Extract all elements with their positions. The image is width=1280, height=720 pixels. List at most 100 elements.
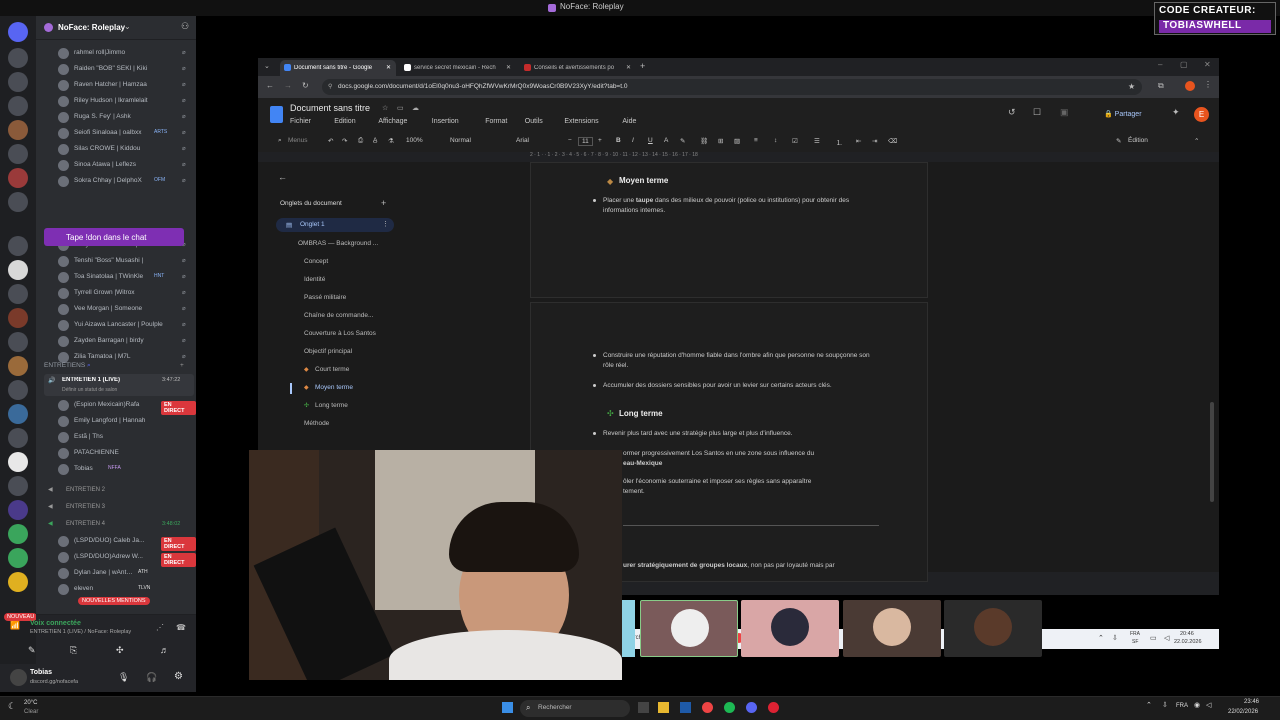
member-row[interactable]: Raiden "BOB" SEKI | Kiki ⌀ (46, 62, 196, 77)
volume-icon[interactable]: ◁ (1206, 701, 1211, 709)
menu-item[interactable]: Fichier (290, 118, 311, 125)
member-row[interactable]: Yui Aizawa Lancaster | Poulple ⌀ (46, 318, 196, 333)
more-icon[interactable]: ⋮ (382, 220, 389, 228)
call-participant-tile[interactable] (843, 600, 941, 657)
ruler[interactable]: 2 · 1 · · 1 · 2 · 3 · 4 · 5 · 6 · 7 · 8 … (530, 152, 930, 162)
voice-channel-entretien-4[interactable]: ◀ ENTRETIEN 4 3:48:02 (44, 518, 194, 531)
menu-item[interactable]: Affichage (378, 118, 407, 125)
clock-time[interactable]: 20:46 (1180, 631, 1194, 637)
font-size-input[interactable]: 11 (578, 137, 593, 146)
numbered-list-icon[interactable]: ⒈ (836, 137, 843, 147)
new-tab-icon[interactable]: + (640, 61, 645, 71)
new-mentions-badge[interactable]: NOUVELLES MENTIONS (78, 597, 150, 605)
avatar[interactable] (10, 669, 27, 686)
server-icon[interactable] (8, 144, 28, 164)
menu-item[interactable]: Extensions (564, 118, 598, 125)
search-icon[interactable]: ⌕ (278, 137, 282, 145)
menu-item[interactable]: Outils (525, 118, 543, 125)
clock-time[interactable]: 23:46 (1244, 699, 1259, 705)
weather-icon[interactable]: ☾ (8, 701, 16, 712)
server-icon[interactable] (8, 168, 28, 188)
outline-item[interactable]: Concept (304, 257, 414, 269)
category-entretiens[interactable]: ENTRETIENS ⌕ + (44, 362, 184, 370)
document-title[interactable]: Document sans titre (290, 103, 370, 113)
server-icon[interactable] (8, 48, 28, 68)
star-icon[interactable]: ☆ (382, 104, 388, 112)
tab-list-icon[interactable]: ⌄ (264, 62, 270, 70)
outline-item[interactable]: Objectif principal (304, 347, 414, 359)
font-select[interactable]: Arial (516, 137, 529, 144)
outline-item[interactable]: Identité (304, 275, 414, 287)
star-icon[interactable]: ★ (1128, 82, 1135, 91)
voice-member-row[interactable]: eleven TLVN (46, 582, 196, 597)
call-participant-tile[interactable] (640, 600, 738, 657)
volume-icon[interactable]: ◁ (1164, 634, 1169, 642)
add-channel-icon[interactable]: + (180, 362, 184, 369)
member-row[interactable]: Ruga S. Fey' | Ashk ⌀ (46, 110, 196, 125)
close-icon[interactable]: ✕ (1204, 60, 1211, 69)
add-tab-icon[interactable]: + (381, 198, 386, 208)
chrome-icon[interactable] (702, 702, 713, 713)
chevron-up-icon[interactable]: ⌃ (1194, 137, 1199, 145)
member-row[interactable]: Seiofi Sinaloaa | oalbxx ARTS ⌀ (46, 126, 196, 141)
site-info-icon[interactable]: ⚲ (328, 83, 332, 90)
chevron-up-icon[interactable]: ⌃ (1146, 701, 1152, 709)
browser-tab[interactable]: Document sans titre - Google ✕ (280, 60, 396, 76)
heading-moyen-terme[interactable]: Moyen terme (619, 176, 668, 185)
language-indicator[interactable]: FRA (1176, 703, 1188, 709)
noise-suppression-icon[interactable]: ⋰ (156, 623, 164, 632)
align-icon[interactable]: ≡ (754, 137, 758, 144)
server-icon[interactable] (8, 476, 28, 496)
image-icon[interactable]: ▨ (734, 137, 740, 145)
checklist-icon[interactable]: ☑ (792, 137, 798, 145)
decrease-size-icon[interactable]: − (568, 137, 572, 144)
profile-avatar[interactable] (1185, 81, 1195, 91)
redo-icon[interactable]: ↷ (342, 137, 347, 145)
close-tab-icon[interactable]: ✕ (386, 64, 391, 71)
server-icon[interactable] (8, 380, 28, 400)
bullet-item[interactable]: Placer une taupe dans des milieux de pou… (593, 196, 873, 215)
bullet-text[interactable]: ormer progressivement Los Santos en une … (623, 449, 883, 468)
scrollbar[interactable] (1210, 402, 1214, 502)
increase-size-icon[interactable]: + (598, 137, 602, 144)
browser-tab[interactable]: Conseils et avertissements po ✕ (520, 60, 636, 76)
bullet-item[interactable]: Revenir plus tard avec une stratégie plu… (593, 429, 873, 439)
camera-icon[interactable]: ✎ (28, 645, 36, 656)
task-view-icon[interactable] (638, 702, 649, 713)
outline-item[interactable]: ✣ Long terme (304, 401, 414, 413)
activities-icon[interactable]: ✣ (116, 645, 124, 656)
server-icon[interactable] (8, 404, 28, 424)
network-icon[interactable]: ◉ (1194, 701, 1200, 709)
network-icon[interactable]: ▭ (1150, 634, 1157, 642)
microphone-icon[interactable]: 🎙 (118, 672, 129, 683)
menu-item[interactable]: Insertion (432, 118, 459, 125)
server-icon[interactable] (8, 572, 28, 592)
voice-member-row[interactable]: (Espion Mexicain)Rafa EN DIRECT (46, 398, 196, 415)
bullet-text[interactable]: ôler l'économie souterraine et imposer s… (623, 477, 883, 496)
clear-format-icon[interactable]: ⌫ (888, 137, 897, 145)
outline-item[interactable]: OMBRAS — Background ... (298, 239, 408, 251)
member-row[interactable]: Toa Sinatolaa | TWinKle HNT ⌀ (46, 270, 196, 285)
add-member-icon[interactable]: ⚇ (181, 21, 189, 32)
soundboard-icon[interactable]: ♬ (160, 645, 169, 655)
share-button[interactable]: 🔒 Partager (1094, 106, 1154, 122)
close-tab-icon[interactable]: ✕ (626, 64, 631, 71)
server-icon[interactable] (8, 284, 28, 304)
print-icon[interactable]: ⎙ (358, 137, 363, 145)
bullet-text[interactable]: urer stratégiquement de groupes locaux, … (623, 561, 883, 571)
headphones-icon[interactable]: 🎧 (146, 672, 157, 683)
outline-item[interactable]: ◆ Court terme (304, 365, 414, 377)
language-indicator[interactable]: FRA (1130, 631, 1140, 637)
indent-increase-icon[interactable]: ⇥ (872, 137, 877, 145)
folder-icon[interactable] (658, 702, 669, 713)
outline-item[interactable]: Passé militaire (304, 293, 414, 305)
address-bar[interactable]: ⚲ docs.google.com/document/d/1oEl0q0nu3-… (322, 79, 1142, 95)
voice-member-row[interactable]: PATACHIENNE (46, 446, 196, 461)
italic-icon[interactable]: I (632, 137, 634, 144)
folder-icon[interactable]: ▭ (397, 104, 404, 112)
member-row[interactable]: Zayden Barragan | birdy ⌀ (46, 334, 196, 349)
menu-search-input[interactable]: Menus (288, 137, 308, 144)
server-icon[interactable] (8, 22, 28, 42)
member-row[interactable]: rahmel roll|Jimmo ⌀ (46, 46, 196, 61)
indent-decrease-icon[interactable]: ⇤ (856, 137, 861, 145)
